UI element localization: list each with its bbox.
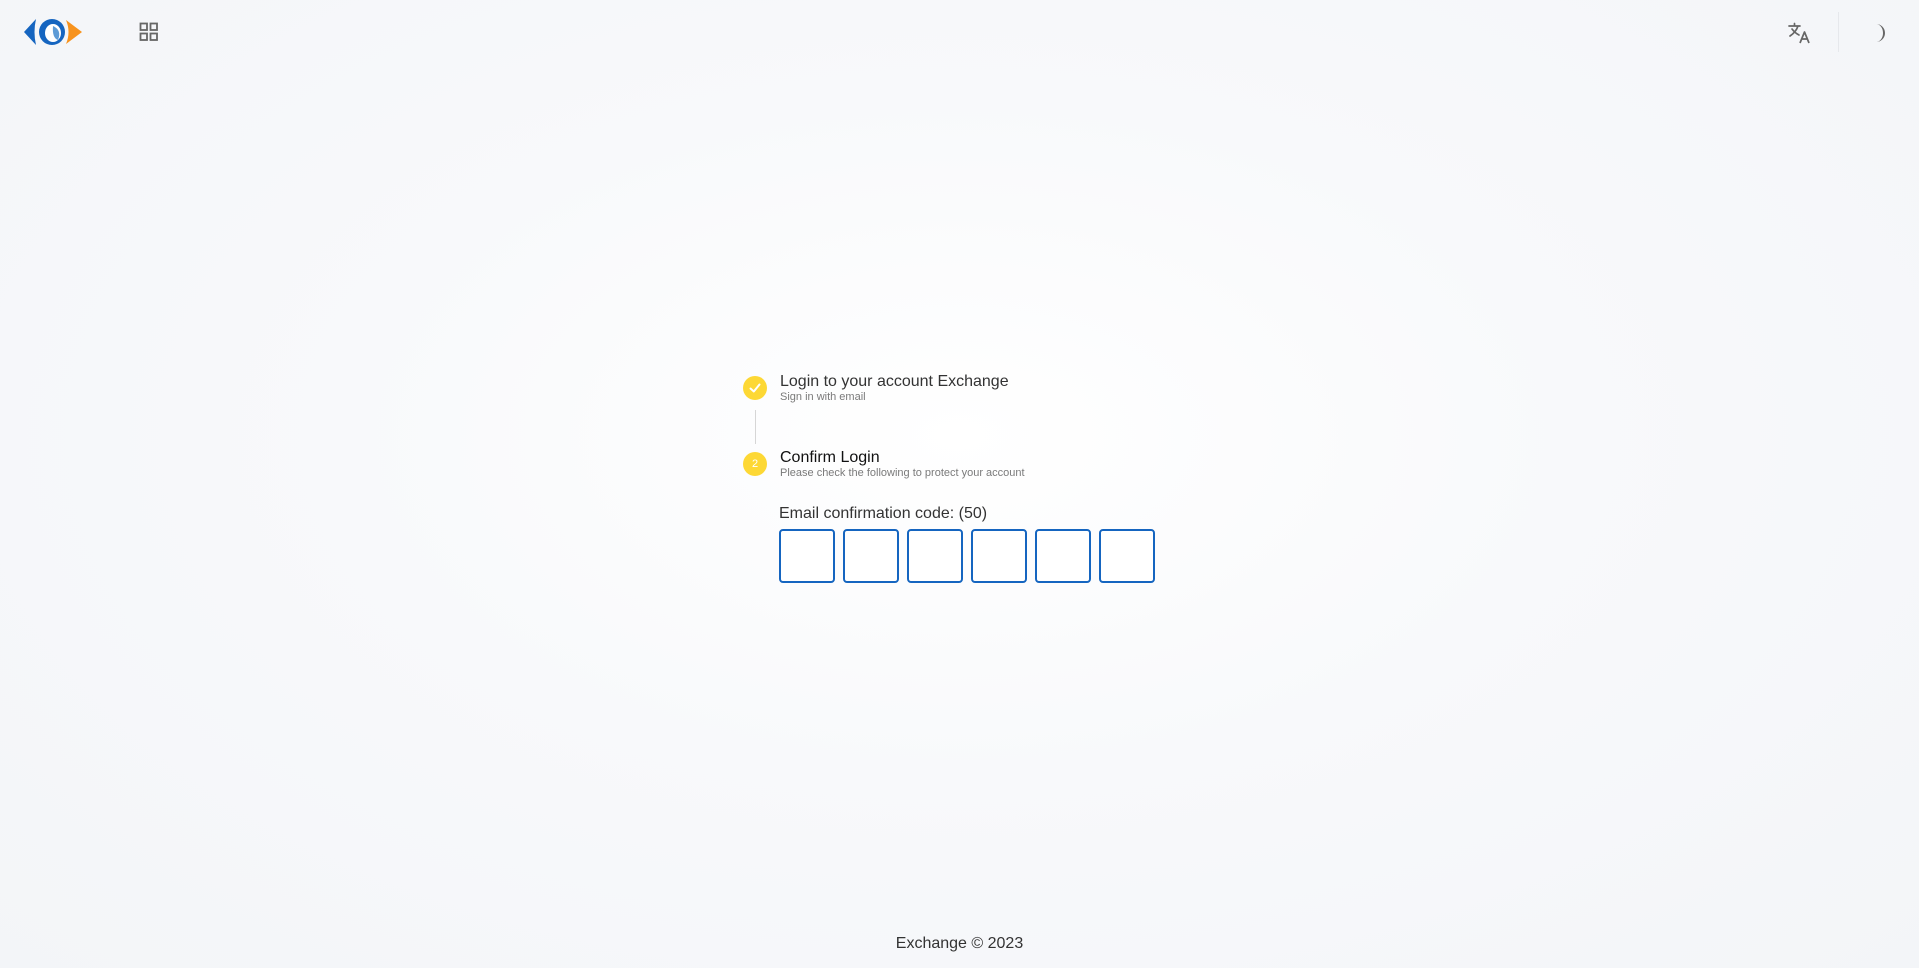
step-connector: [755, 410, 756, 444]
step-title: Confirm Login: [780, 449, 880, 466]
confirmation-code-inputs: [779, 529, 1155, 583]
confirmation-code-label: Email confirmation code: (50): [779, 505, 988, 522]
step-completed-badge: [743, 376, 767, 400]
login-stepper: Login to your account Exchange Sign in w…: [743, 373, 1203, 479]
code-digit-input-2[interactable]: [843, 529, 899, 583]
step-confirm-login: 2 Confirm Login Please check the followi…: [743, 449, 1203, 489]
moon-icon[interactable]: [1862, 16, 1896, 50]
code-digit-input-5[interactable]: [1035, 529, 1091, 583]
step-title: Login to your account Exchange: [780, 373, 1009, 390]
header-divider: [1838, 12, 1839, 52]
top-bar: [0, 0, 1919, 64]
translate-icon[interactable]: [1782, 16, 1816, 50]
code-digit-input-3[interactable]: [907, 529, 963, 583]
check-icon: [749, 383, 761, 393]
step-number-badge: 2: [743, 452, 767, 476]
code-digit-input-1[interactable]: [779, 529, 835, 583]
confirmation-code-area: Email confirmation code: (50): [779, 505, 1155, 583]
footer-copyright: Exchange © 2023: [895, 935, 1024, 952]
eye-logo-icon[interactable]: [22, 14, 84, 50]
step-login: Login to your account Exchange Sign in w…: [743, 373, 1203, 413]
code-digit-input-6[interactable]: [1099, 529, 1155, 583]
code-digit-input-4[interactable]: [971, 529, 1027, 583]
step-subtitle: Sign in with email: [780, 391, 866, 403]
grid-apps-icon[interactable]: [133, 16, 165, 48]
step-subtitle: Please check the following to protect yo…: [780, 467, 1025, 479]
